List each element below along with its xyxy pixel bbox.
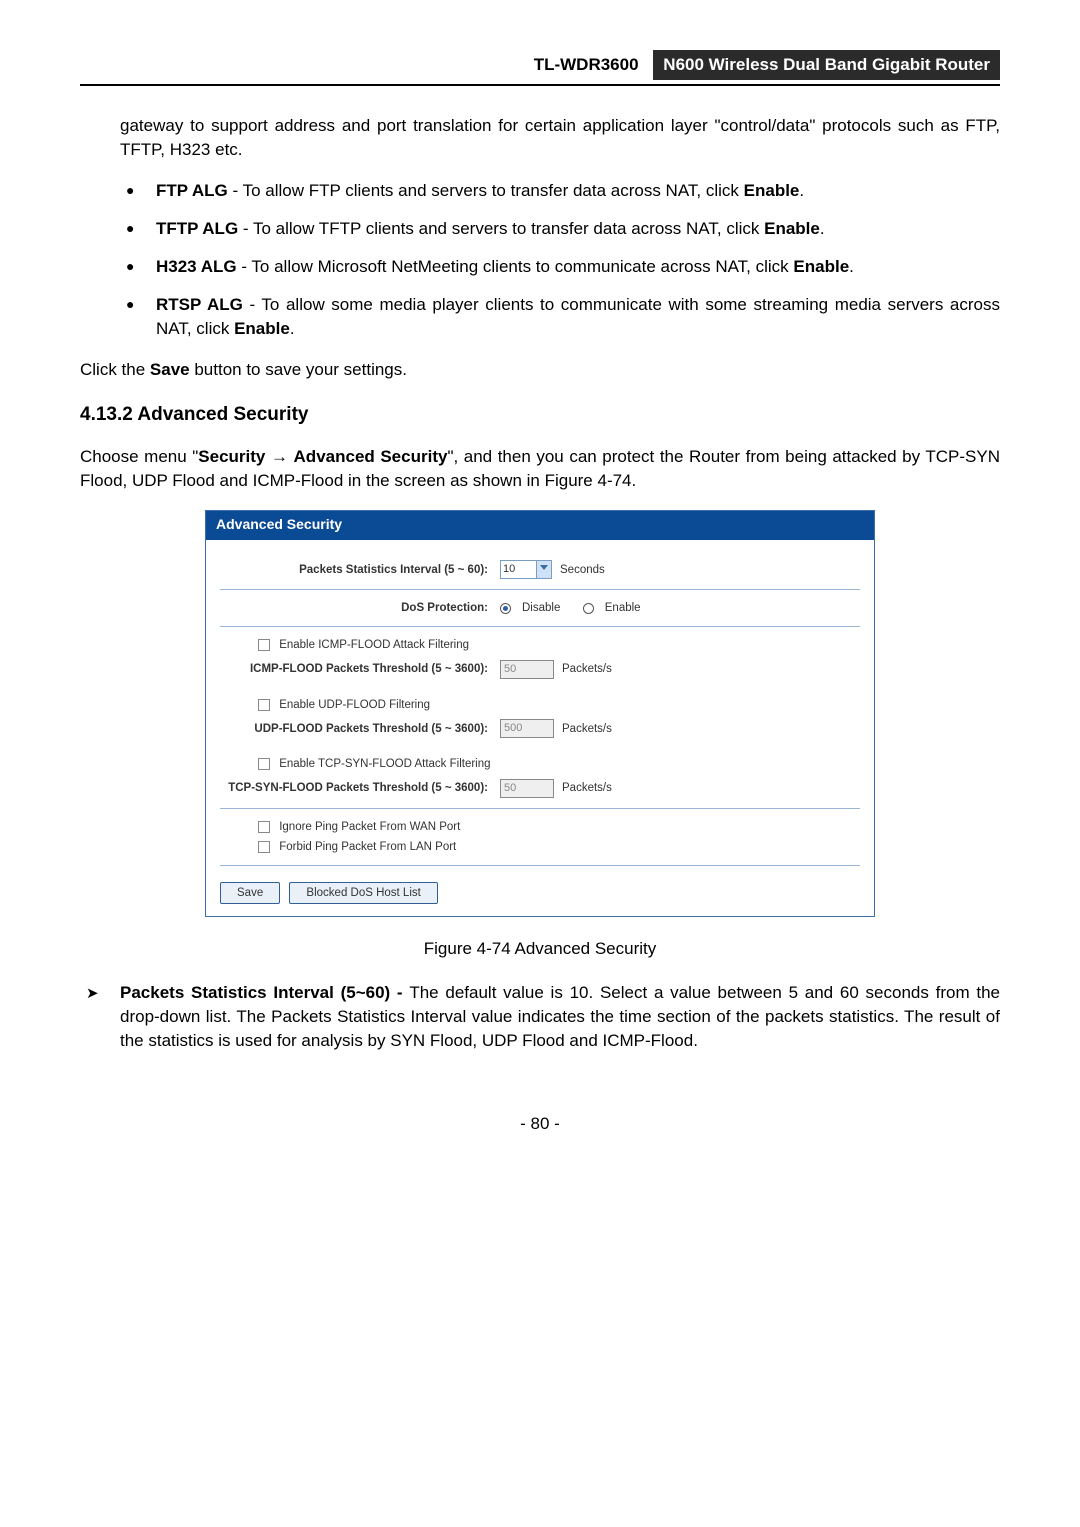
icmp-filter-checkbox[interactable] — [258, 639, 270, 651]
model-label: TL-WDR3600 — [534, 55, 649, 74]
forbid-lan-label: Forbid Ping Packet From LAN Port — [279, 841, 456, 853]
udp-filter-checkbox[interactable] — [258, 699, 270, 711]
alg-item-h323-title: H323 ALG — [156, 257, 237, 276]
save-button[interactable]: Save — [220, 882, 280, 904]
stat-interval-select[interactable]: 10 — [500, 560, 552, 579]
alg-item-tftp-enable: Enable — [764, 219, 820, 238]
icmp-thresh-unit: Packets/s — [562, 661, 612, 677]
dos-disable-radio[interactable] — [500, 603, 511, 614]
page-header: TL-WDR3600 N600 Wireless Dual Band Gigab… — [80, 50, 1000, 86]
ignore-wan-checkbox[interactable] — [258, 821, 270, 833]
page-number: - 80 - — [80, 1112, 1000, 1136]
packets-stat-item: Packets Statistics Interval (5~60) - The… — [80, 981, 1000, 1052]
section-heading: 4.13.2 Advanced Security — [80, 402, 1000, 429]
udp-thresh-unit: Packets/s — [562, 721, 612, 737]
alg-item-ftp: FTP ALG - To allow FTP clients and serve… — [120, 179, 1000, 203]
forbid-lan-checkbox[interactable] — [258, 841, 270, 853]
alg-item-rtsp-enable: Enable — [234, 319, 290, 338]
advanced-security-figure: Advanced Security Packets Statistics Int… — [80, 510, 1000, 917]
alg-item-h323-text: - To allow Microsoft NetMeeting clients … — [237, 257, 794, 276]
udp-thresh-label: UDP-FLOOD Packets Threshold (5 ~ 3600): — [220, 721, 500, 737]
udp-filter-label: Enable UDP-FLOOD Filtering — [279, 699, 430, 711]
alg-item-rtsp-title: RTSP ALG — [156, 295, 243, 314]
ignore-wan-label: Ignore Ping Packet From WAN Port — [279, 821, 460, 833]
save-instruction: Click the Save button to save your setti… — [80, 358, 1000, 382]
alg-item-ftp-title: FTP ALG — [156, 181, 228, 200]
blocked-dos-button[interactable]: Blocked DoS Host List — [289, 882, 437, 904]
alg-item-ftp-enable: Enable — [744, 181, 800, 200]
chevron-down-icon — [540, 565, 548, 570]
dos-protection-label: DoS Protection: — [220, 600, 500, 616]
stat-interval-label: Packets Statistics Interval (5 ~ 60): — [220, 562, 500, 578]
udp-thresh-input[interactable]: 500 — [500, 719, 554, 738]
intro-paragraph: gateway to support address and port tran… — [120, 114, 1000, 162]
stat-interval-unit: Seconds — [560, 562, 605, 578]
alg-item-tftp-title: TFTP ALG — [156, 219, 238, 238]
panel-title: Advanced Security — [206, 511, 874, 540]
icmp-thresh-label: ICMP-FLOOD Packets Threshold (5 ~ 3600): — [220, 661, 500, 677]
figure-caption: Figure 4-74 Advanced Security — [80, 937, 1000, 961]
icmp-thresh-input[interactable]: 50 — [500, 660, 554, 679]
tcp-thresh-input[interactable]: 50 — [500, 779, 554, 798]
tcp-filter-checkbox[interactable] — [258, 758, 270, 770]
tcp-thresh-label: TCP-SYN-FLOOD Packets Threshold (5 ~ 360… — [220, 780, 500, 796]
alg-list: FTP ALG - To allow FTP clients and serve… — [120, 179, 1000, 340]
alg-item-h323-enable: Enable — [793, 257, 849, 276]
dos-disable-label: Disable — [522, 600, 560, 616]
alg-item-tftp: TFTP ALG - To allow TFTP clients and ser… — [120, 217, 1000, 241]
advanced-security-panel: Advanced Security Packets Statistics Int… — [205, 510, 875, 917]
dos-enable-label: Enable — [605, 600, 641, 616]
tcp-thresh-unit: Packets/s — [562, 780, 612, 796]
alg-item-ftp-text: - To allow FTP clients and servers to tr… — [228, 181, 744, 200]
choose-menu-paragraph: Choose menu "Security → Advanced Securit… — [80, 445, 1000, 493]
device-title: N600 Wireless Dual Band Gigabit Router — [653, 50, 1000, 80]
dos-enable-radio[interactable] — [583, 603, 594, 614]
alg-item-h323: H323 ALG - To allow Microsoft NetMeeting… — [120, 255, 1000, 279]
packets-stat-title: Packets Statistics Interval (5~60) - — [120, 983, 409, 1002]
alg-item-rtsp: RTSP ALG - To allow some media player cl… — [120, 293, 1000, 341]
tcp-filter-label: Enable TCP-SYN-FLOOD Attack Filtering — [279, 758, 490, 770]
alg-item-tftp-text: - To allow TFTP clients and servers to t… — [238, 219, 764, 238]
icmp-filter-label: Enable ICMP-FLOOD Attack Filtering — [279, 639, 469, 651]
